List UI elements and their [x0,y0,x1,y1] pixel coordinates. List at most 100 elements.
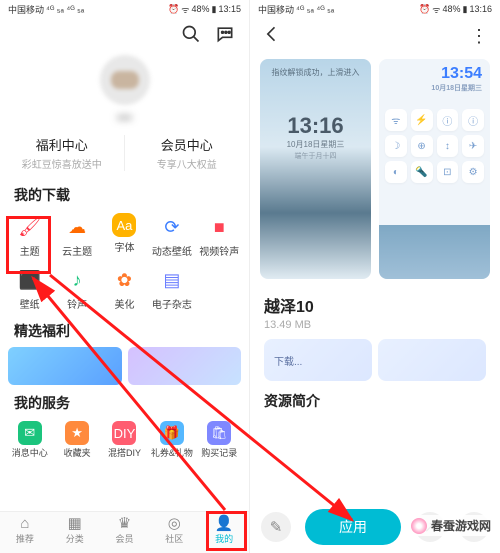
annotation-box-theme [6,216,51,274]
beautify-icon: ✿ [110,266,138,294]
download-item-magazine[interactable]: ▤电子杂志 [148,262,195,315]
search-icon[interactable] [181,24,201,49]
live-wallpaper-icon: ⟳ [158,213,186,241]
cc-toggle: ⊕ [411,135,433,157]
nav-label: 社区 [149,532,199,545]
download-item-label: 壁纸 [6,296,53,311]
cc-toggle: ☽ [385,135,407,157]
status-bar: 中国移动 ⁴ᴳ ₅ₐ ⁴ᴳ ₅ₐ ⏰ ᯤ 48% ▮ 13:15 [0,0,249,18]
more-icon[interactable]: ⋮ [470,26,488,47]
apply-button[interactable]: 应用 [305,509,401,545]
intro-title: 资源简介 [250,381,500,415]
member-center[interactable]: 会员中心 专享八大权益 [125,135,250,171]
cc-toggle: ↕ [437,135,459,157]
community-icon: ◎ [149,516,199,532]
avatar [100,55,150,105]
status-time: 13:16 [469,4,492,14]
welfare-title: 福利中心 [4,135,120,154]
cc-time: 13:54 10月18日星期三 [431,65,482,93]
member-title: 会员中心 [129,135,246,154]
nav-recommend[interactable]: ⌂推荐 [0,512,50,553]
service-item-label: 收藏夹 [53,446,100,459]
battery-pct: 48% [192,4,210,14]
category-icon: ▦ [50,516,100,532]
chat-icon[interactable] [215,24,235,49]
watermark: 春蚕游戏网 [406,515,496,536]
username: ••• [0,109,249,125]
cloud-theme-icon: ☁ [63,213,91,241]
service-item-label: 消息中心 [6,446,53,459]
comment-icon[interactable]: ✎ [261,512,291,542]
download-item-label: 动态壁纸 [148,243,195,258]
extra-card-2[interactable] [378,339,486,381]
service-item-purchase[interactable]: 🛍购买记录 [196,419,243,461]
service-item-gift[interactable]: 🎁礼券&礼物 [148,419,195,461]
featured-banner-1[interactable] [8,347,122,385]
service-item-fav[interactable]: ★收藏夹 [53,419,100,461]
download-item-live-wallpaper[interactable]: ⟳ 动态壁纸 [148,209,195,262]
download-item-label: 云主题 [53,243,100,258]
cc-toggle: ᯤ [385,109,407,131]
annotation-box-mine-tab [206,511,247,551]
service-item-label: 礼券&礼物 [148,446,195,459]
featured-banner-2[interactable] [128,347,242,385]
member-sub: 专享八大权益 [129,156,246,171]
nav-community[interactable]: ◎社区 [149,512,199,553]
cc-toggle: ✈ [462,135,484,157]
signal-icon: ⁴ᴳ ₅ₐ ⁴ᴳ ₅ₐ [46,4,84,14]
welfare-sub: 彩虹豆惊喜放送中 [4,156,120,171]
profile-block[interactable]: ••• [0,53,249,129]
download-item-label: 视频铃声 [196,243,243,258]
theme-preview-lockscreen[interactable]: 指纹解锁成功，上滑进入 13:16 10月18日星期三 端午于月十四 [260,59,371,279]
fav-icon: ★ [65,421,89,445]
extra-card-1[interactable]: 下载... [264,339,372,381]
service-item-label: 混搭DIY [101,446,148,459]
theme-preview-controlcenter[interactable]: 13:54 10月18日星期三 ᯤ⚡ⓘⓘ☽⊕↕✈◐🔦⊡⚙ [379,59,490,279]
screen-theme-detail: 中国移动 ⁴ᴳ ₅ₐ ⁴ᴳ ₅ₐ ⏰ ᯤ 48% ▮ 13:16 ⋮ 指纹解锁成… [250,0,500,553]
battery-icon: ▮ [463,4,468,15]
section-downloads-title: 我的下载 [0,179,249,209]
carrier-label: 中国移动 [258,3,294,16]
watermark-text: 春蚕游戏网 [431,517,491,534]
diy-icon: DIY [112,421,136,445]
msg-icon: ✉ [18,421,42,445]
download-item-label: 铃声 [53,296,100,311]
download-item-beautify[interactable]: ✿ 美化 [101,262,148,315]
cc-toggle: 🔦 [411,161,433,183]
theme-size: 13.49 MB [250,319,500,339]
cc-toggle: ◐ [385,161,407,183]
service-item-diy[interactable]: DIY混搭DIY [101,419,148,461]
member-icon: ♛ [100,516,150,532]
download-item-video-ringtone[interactable]: ■ 视频铃声 [196,209,243,262]
video-ringtone-icon: ■ [205,213,233,241]
ringtone-icon: ♪ [63,266,91,294]
font-icon: Aa [112,213,136,237]
gift-icon: 🎁 [160,421,184,445]
lock-time: 13:16 [260,113,371,139]
battery-pct: 48% [443,4,461,14]
magazine-icon: ▤ [158,266,186,294]
service-item-msg[interactable]: ✉消息中心 [6,419,53,461]
nav-category[interactable]: ▦分类 [50,512,100,553]
status-bar: 中国移动 ⁴ᴳ ₅ₐ ⁴ᴳ ₅ₐ ⏰ ᯤ 48% ▮ 13:16 [250,0,500,18]
cc-toggle: ⚡ [411,109,433,131]
download-item-cloud-theme[interactable]: ☁ 云主题 [53,209,100,262]
cc-toggle: ⓘ [437,109,459,131]
download-item-font[interactable]: Aa字体 [101,209,148,262]
lock-subdate: 端午于月十四 [260,151,371,161]
section-services-title: 我的服务 [0,387,249,417]
cc-toggle: ⓘ [462,109,484,131]
welfare-center[interactable]: 福利中心 彩虹豆惊喜放送中 [0,135,125,171]
cc-toggle: ⚙ [462,161,484,183]
status-time: 13:15 [218,4,241,14]
battery-icon: ▮ [212,4,217,15]
alarm-icon: ⏰ [168,4,179,15]
download-item-ringtone[interactable]: ♪ 铃声 [53,262,100,315]
back-icon[interactable] [262,24,282,49]
nav-label: 分类 [50,532,100,545]
section-featured-title: 精选福利 [0,315,249,345]
recommend-icon: ⌂ [0,516,50,532]
screen-profile: 中国移动 ⁴ᴳ ₅ₐ ⁴ᴳ ₅ₐ ⏰ ᯤ 48% ▮ 13:15 ••• [0,0,250,553]
nav-member[interactable]: ♛会员 [100,512,150,553]
download-item-label: 美化 [101,296,148,311]
